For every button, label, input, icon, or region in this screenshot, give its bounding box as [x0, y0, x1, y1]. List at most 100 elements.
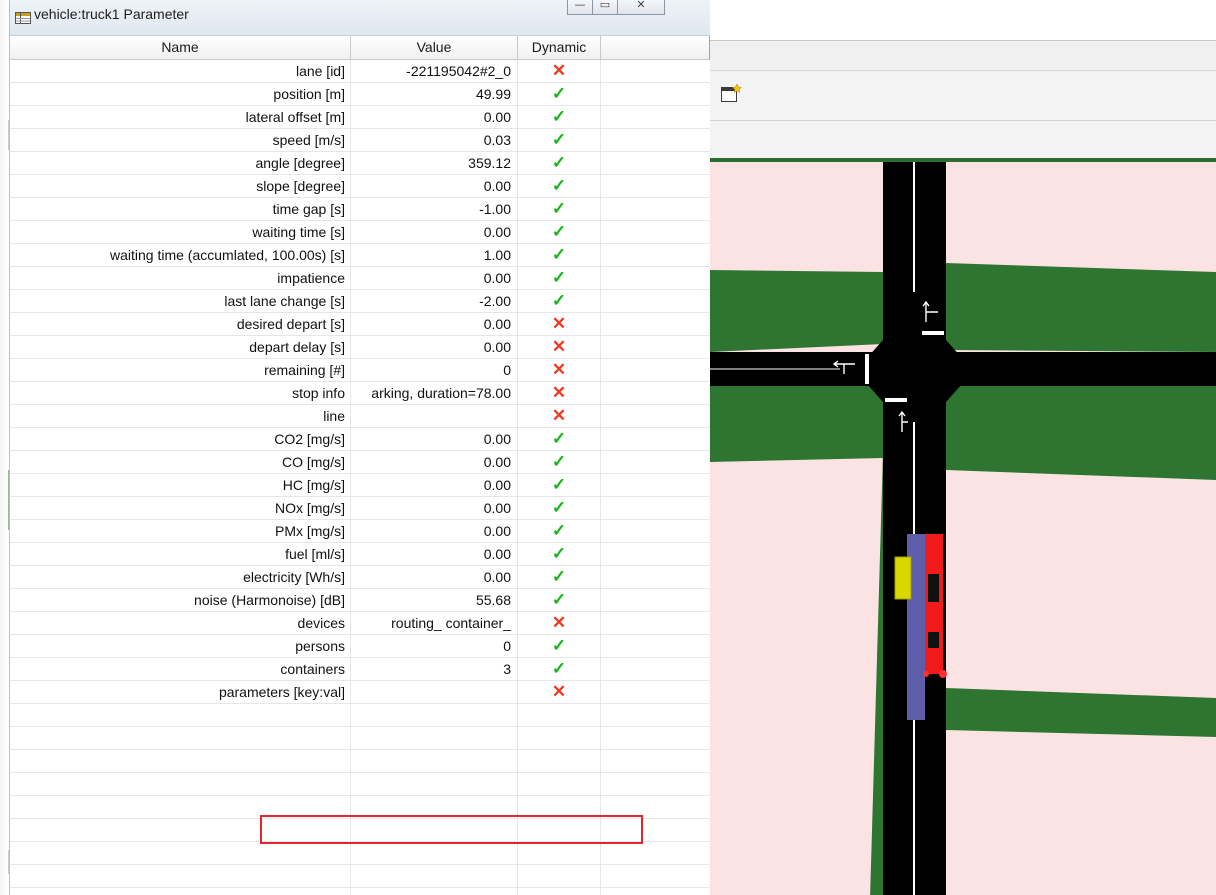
truck-window: [928, 574, 939, 602]
column-header-dynamic[interactable]: Dynamic: [518, 36, 601, 60]
table-row[interactable]: remaining [#] 0 ✕: [10, 359, 710, 382]
row-name: containers: [10, 658, 351, 680]
empty-cell: [601, 727, 710, 749]
empty-cell: [351, 750, 518, 772]
table-row[interactable]: fuel [ml/s] 0.00 ✓: [10, 543, 710, 566]
table-row[interactable]: devices routing_ container_ ✕: [10, 612, 710, 635]
yellow-vehicle: [894, 556, 912, 600]
table-row[interactable]: parameters [key:val] ✕: [10, 681, 710, 704]
row-extra: [601, 198, 710, 220]
table-row[interactable]: impatience 0.00 ✓: [10, 267, 710, 290]
table-row[interactable]: last lane change [s] -2.00 ✓: [10, 290, 710, 313]
empty-cell: [518, 842, 601, 864]
empty-cell: [518, 865, 601, 887]
truck-light: [939, 670, 947, 678]
row-value: -2.00: [351, 290, 518, 312]
row-value: [351, 681, 518, 703]
column-header-empty: [601, 36, 710, 60]
empty-cell: [601, 842, 710, 864]
row-value: 0.00: [351, 543, 518, 565]
maximize-button[interactable]: ▭: [592, 0, 618, 15]
row-name: slope [degree]: [10, 175, 351, 197]
network-view[interactable]: [710, 158, 1216, 895]
table-row[interactable]: waiting time [s] 0.00 ✓: [10, 221, 710, 244]
empty-cell: [601, 773, 710, 795]
row-extra: [601, 520, 710, 542]
table-row[interactable]: lane [id] -221195042#2_0 ✕: [10, 60, 710, 83]
check-icon: ✓: [518, 152, 601, 174]
minimize-button[interactable]: —: [567, 0, 593, 15]
empty-cell: [10, 704, 351, 726]
check-icon: ✓: [518, 244, 601, 266]
highlight-box: [260, 815, 643, 844]
check-icon: ✓: [518, 658, 601, 680]
row-extra: [601, 129, 710, 151]
check-icon: ✓: [518, 635, 601, 657]
check-icon: ✓: [518, 221, 601, 243]
row-extra: [601, 497, 710, 519]
check-icon: ✓: [518, 83, 601, 105]
empty-row: [10, 704, 710, 727]
empty-cell: [351, 842, 518, 864]
table-row[interactable]: depart delay [s] 0.00 ✕: [10, 336, 710, 359]
table-row[interactable]: desired depart [s] 0.00 ✕: [10, 313, 710, 336]
row-extra: [601, 267, 710, 289]
table-row[interactable]: waiting time (accumlated, 100.00s) [s] 1.…: [10, 244, 710, 267]
table-row[interactable]: PMx [mg/s] 0.00 ✓: [10, 520, 710, 543]
table-row[interactable]: persons 0 ✓: [10, 635, 710, 658]
check-icon: ✓: [518, 129, 601, 151]
row-extra: [601, 681, 710, 703]
title-bar[interactable]: vehicle:truck1 Parameter — ▭ ✕: [10, 0, 710, 36]
new-view-icon[interactable]: [720, 83, 742, 103]
row-name: line: [10, 405, 351, 427]
row-value: 0.00: [351, 497, 518, 519]
empty-cell: [601, 865, 710, 887]
table-row[interactable]: CO2 [mg/s] 0.00 ✓: [10, 428, 710, 451]
row-value: -1.00: [351, 198, 518, 220]
empty-row: [10, 865, 710, 888]
empty-row: [10, 750, 710, 773]
row-extra: [601, 152, 710, 174]
stop-line: [885, 398, 907, 402]
column-header-name[interactable]: Name: [10, 36, 351, 60]
check-icon: ✓: [518, 566, 601, 588]
table-row[interactable]: time gap [s] -1.00 ✓: [10, 198, 710, 221]
empty-row: [10, 888, 710, 895]
empty-cell: [351, 888, 518, 895]
truck-window: [928, 632, 939, 648]
row-name: angle [degree]: [10, 152, 351, 174]
table-row[interactable]: noise (Harmonoise) [dB] 55.68 ✓: [10, 589, 710, 612]
stop-line: [922, 331, 944, 335]
table-row[interactable]: angle [degree] 359.12 ✓: [10, 152, 710, 175]
row-name: position [m]: [10, 83, 351, 105]
table-row[interactable]: containers 3 ✓: [10, 658, 710, 681]
table-row[interactable]: CO [mg/s] 0.00 ✓: [10, 451, 710, 474]
row-value: routing_ container_: [351, 612, 518, 634]
table-row[interactable]: position [m] 49.99 ✓: [10, 83, 710, 106]
table-row[interactable]: speed [m/s] 0.03 ✓: [10, 129, 710, 152]
cross-icon: ✕: [518, 681, 601, 703]
row-value: 0.03: [351, 129, 518, 151]
close-button[interactable]: ✕: [617, 0, 665, 15]
table-row[interactable]: lateral offset [m] 0.00 ✓: [10, 106, 710, 129]
grass-area: [710, 270, 883, 352]
simulation-window: [710, 0, 1216, 895]
row-value: 3: [351, 658, 518, 680]
table-row[interactable]: stop info arking, duration=78.00 ✕: [10, 382, 710, 405]
table-row[interactable]: HC [mg/s] 0.00 ✓: [10, 474, 710, 497]
row-name: electricity [Wh/s]: [10, 566, 351, 588]
table-row[interactable]: electricity [Wh/s] 0.00 ✓: [10, 566, 710, 589]
column-header-value[interactable]: Value: [351, 36, 518, 60]
cross-icon: ✕: [518, 359, 601, 381]
row-extra: [601, 382, 710, 404]
row-extra: [601, 405, 710, 427]
empty-cell: [518, 704, 601, 726]
empty-cell: [10, 750, 351, 772]
table-row[interactable]: NOx [mg/s] 0.00 ✓: [10, 497, 710, 520]
row-extra: [601, 543, 710, 565]
table-row[interactable]: line ✕: [10, 405, 710, 428]
check-icon: ✓: [518, 497, 601, 519]
row-name: depart delay [s]: [10, 336, 351, 358]
table-row[interactable]: slope [degree] 0.00 ✓: [10, 175, 710, 198]
empty-cell: [10, 842, 351, 864]
